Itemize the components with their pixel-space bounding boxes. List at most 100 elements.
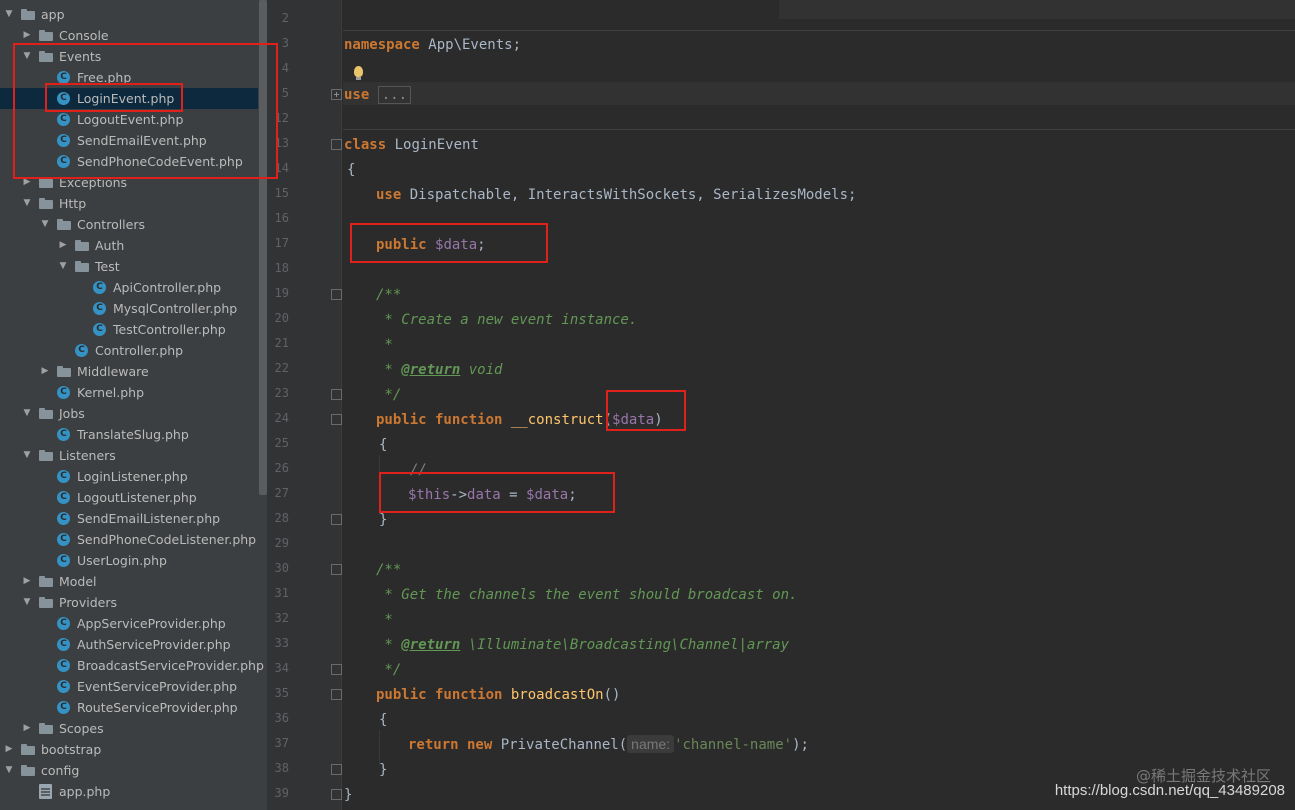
fold-icon[interactable] (331, 764, 342, 775)
tree-row[interactable]: C ApiController.php (0, 277, 258, 298)
brace: } (379, 762, 388, 778)
tree-row-label: Jobs (59, 406, 85, 421)
chevron-right-icon[interactable]: ▶ (22, 571, 32, 592)
tree-row[interactable]: C AppServiceProvider.php (0, 613, 258, 634)
line-number: 23 (274, 386, 289, 400)
fold-icon[interactable] (331, 789, 342, 800)
folded-imports[interactable]: ... (377, 86, 412, 104)
tree-row[interactable]: ▼ Http (0, 193, 258, 214)
folder-icon (39, 30, 53, 41)
php-class-icon: C (57, 470, 70, 483)
tree-row[interactable]: ▼ app (0, 4, 258, 25)
chevron-down-icon[interactable]: ▼ (22, 193, 32, 214)
tree-row[interactable]: ▶ Model (0, 571, 258, 592)
tree-row[interactable]: C AuthServiceProvider.php (0, 634, 258, 655)
tree-row[interactable]: ▼ Listeners (0, 445, 258, 466)
tree-row[interactable]: ▼ config (0, 760, 258, 781)
tree-row[interactable]: C Controller.php (0, 340, 258, 361)
line-number: 21 (274, 336, 289, 350)
line-number: 33 (274, 636, 289, 650)
tree-row-label: Middleware (77, 364, 149, 379)
php-file-icon (39, 784, 52, 799)
tree-row[interactable]: C SendPhoneCodeListener.php (0, 529, 258, 550)
php-class-icon: C (57, 659, 70, 672)
tree-row[interactable]: ▼ Providers (0, 592, 258, 613)
chevron-down-icon[interactable]: ▼ (22, 445, 32, 466)
tree-row[interactable]: C SendEmailListener.php (0, 508, 258, 529)
doc-open: /** (376, 287, 402, 303)
tree-row[interactable]: C LoginListener.php (0, 466, 258, 487)
line-number: 36 (274, 711, 289, 725)
doc-type: void (460, 362, 503, 378)
parens: () (603, 687, 621, 703)
php-class-icon: C (57, 617, 70, 630)
doc-tag-return: @return (401, 637, 461, 653)
chevron-down-icon[interactable]: ▼ (22, 403, 32, 424)
php-class-icon: C (57, 554, 70, 567)
folder-icon (39, 198, 53, 209)
tree-row[interactable]: C UserLogin.php (0, 550, 258, 571)
doc-tag-return: @return (401, 362, 461, 378)
code-line-brace: } (344, 785, 352, 805)
code-line-use: use ... (344, 85, 412, 105)
php-class-icon: C (57, 491, 70, 504)
tree-row[interactable]: ▼ Controllers (0, 214, 258, 235)
chevron-down-icon[interactable]: ▼ (4, 4, 14, 25)
php-class-icon: C (57, 428, 70, 441)
fold-icon[interactable] (331, 564, 342, 575)
separator (343, 30, 1295, 31)
annotation-box-assign (379, 472, 615, 513)
chevron-down-icon[interactable]: ▼ (40, 214, 50, 235)
tree-row[interactable]: C TestController.php (0, 319, 258, 340)
tree-row[interactable]: C TranslateSlug.php (0, 424, 258, 445)
tree-row-label: bootstrap (41, 742, 102, 757)
chevron-down-icon[interactable]: ▼ (58, 256, 68, 277)
fold-icon[interactable] (331, 664, 342, 675)
code-line-brace: } (379, 760, 387, 780)
doc-return-line: * @return void (376, 360, 502, 380)
line-number: 20 (274, 311, 289, 325)
fold-icon[interactable] (331, 139, 342, 150)
tree-row[interactable]: ▶ Scopes (0, 718, 258, 739)
tree-row[interactable]: C RouteServiceProvider.php (0, 697, 258, 718)
tree-row[interactable]: app.php (0, 781, 258, 802)
chevron-right-icon[interactable]: ▶ (58, 235, 68, 256)
lightbulb-icon[interactable] (354, 66, 363, 80)
chevron-down-icon[interactable]: ▼ (22, 592, 32, 613)
tree-row[interactable]: ▶ bootstrap (0, 739, 258, 760)
tree-row[interactable]: ▼ Jobs (0, 403, 258, 424)
folder-icon (21, 9, 35, 20)
line-number: 24 (274, 411, 289, 425)
chevron-right-icon[interactable]: ▶ (22, 718, 32, 739)
chevron-right-icon[interactable]: ▶ (4, 739, 14, 760)
keyword-use: use (376, 187, 402, 203)
tree-row-label: Controller.php (95, 343, 184, 358)
php-class-icon: C (93, 323, 106, 336)
annotation-box-property (350, 223, 548, 263)
fold-icon[interactable] (331, 689, 342, 700)
tree-row[interactable]: C EventServiceProvider.php (0, 676, 258, 697)
tree-row[interactable]: ▼ Test (0, 256, 258, 277)
function-name-construct: __construct (510, 412, 604, 428)
tree-row[interactable]: C Kernel.php (0, 382, 258, 403)
tree-row[interactable]: ▶ Auth (0, 235, 258, 256)
close-paren: ); (792, 737, 809, 753)
tree-row[interactable]: C MysqlController.php (0, 298, 258, 319)
fold-icon[interactable] (331, 514, 342, 525)
line-number: 2 (281, 11, 289, 25)
tree-row[interactable]: C BroadcastServiceProvider.php (0, 655, 264, 676)
fold-expand-icon[interactable] (331, 89, 342, 100)
line-number: 30 (274, 561, 289, 575)
chevron-right-icon[interactable]: ▶ (40, 361, 50, 382)
source-url: https://blog.csdn.net/qq_43489208 (1054, 782, 1285, 799)
folder-icon (39, 576, 53, 587)
doc-prefix: * (376, 362, 402, 378)
tree-row[interactable]: C LogoutListener.php (0, 487, 258, 508)
fold-icon[interactable] (331, 389, 342, 400)
fold-icon[interactable] (331, 414, 342, 425)
chevron-down-icon[interactable]: ▼ (4, 760, 14, 781)
line-number: 27 (274, 486, 289, 500)
code-editor[interactable]: namespace App\Events; use ... class Logi… (343, 0, 1295, 810)
tree-row[interactable]: ▶ Middleware (0, 361, 258, 382)
fold-icon[interactable] (331, 289, 342, 300)
